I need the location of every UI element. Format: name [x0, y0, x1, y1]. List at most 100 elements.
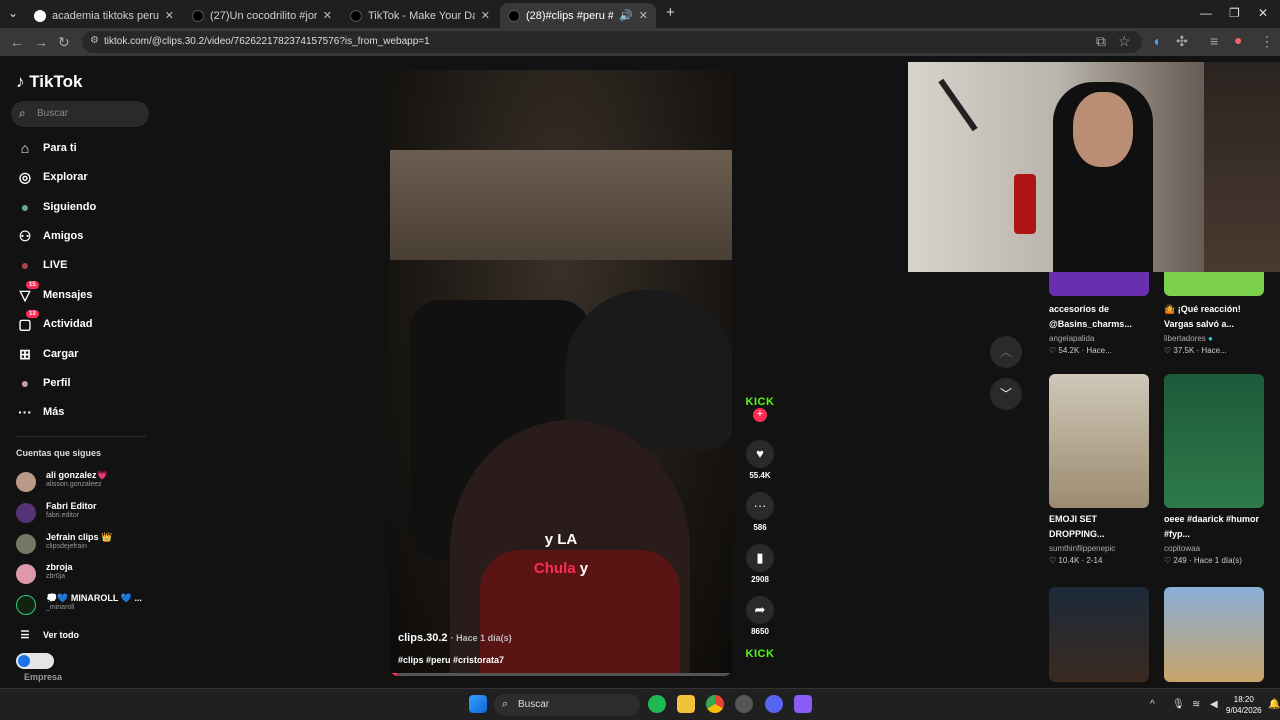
- see-all-label: Ver todo: [43, 630, 80, 640]
- video-player[interactable]: y LA Chula y clips.30.2 · Hace 1 día(s) …: [390, 70, 732, 676]
- streamer-face: [1073, 92, 1133, 167]
- sidebar-item-actividad[interactable]: ▢ 13 Actividad: [16, 309, 93, 334]
- site-info-icon[interactable]: ⚙: [90, 35, 99, 46]
- file-explorer-icon[interactable]: [677, 695, 695, 713]
- close-icon[interactable]: ✕: [323, 9, 332, 22]
- mic-arm: [938, 78, 978, 132]
- forward-icon[interactable]: →: [34, 34, 48, 50]
- new-tab-button[interactable]: +: [666, 4, 675, 21]
- tiktok-icon: [508, 9, 520, 22]
- company-link[interactable]: Empresa: [24, 672, 62, 682]
- taskbar-search[interactable]: ⌕ Buscar: [494, 694, 640, 716]
- speaker-icon[interactable]: 🔊: [619, 9, 633, 22]
- microphone-icon[interactable]: 🎙: [1172, 699, 1185, 710]
- kick-logo[interactable]: KICK: [742, 396, 778, 408]
- windows-taskbar: ⌕ Buscar ^ 🎙 ≋ ◀ 18:20 9/04/2026 🔔: [0, 688, 1280, 720]
- taskbar-clock[interactable]: 18:20 9/04/2026: [1226, 694, 1262, 716]
- close-icon[interactable]: ✕: [639, 9, 648, 22]
- previous-video-button[interactable]: ︿: [990, 336, 1022, 368]
- video-author[interactable]: clips.30.2: [398, 632, 448, 644]
- tab-search-icon[interactable]: ⌄: [8, 6, 18, 20]
- toggle-switch[interactable]: [16, 653, 54, 669]
- extension-icon[interactable]: ◖: [1152, 33, 1160, 49]
- video-hashtags[interactable]: #clips #peru #cristorata7: [398, 655, 504, 665]
- sidebar-item-para-ti[interactable]: ⌂ Para ti: [16, 138, 77, 158]
- activity-icon: ▢ 13: [16, 309, 39, 333]
- tab-1[interactable]: academia tiktoks peru - Buscar ✕: [26, 3, 182, 28]
- back-icon[interactable]: ←: [10, 34, 24, 50]
- sidebar-item-cargar[interactable]: ⊞ Cargar: [16, 344, 78, 364]
- related-video-card[interactable]: EMOJI SET DROPPING... sumthinflippenepic…: [1049, 374, 1149, 565]
- save-button[interactable]: ▮: [746, 544, 774, 572]
- bookmark-star-icon[interactable]: ☆: [1118, 33, 1131, 50]
- tiktok-logo[interactable]: ♪ TikTok: [16, 72, 82, 92]
- see-all-link[interactable]: ☰ Ver todo: [16, 625, 80, 645]
- profile-avatar-icon[interactable]: ●: [1234, 32, 1242, 48]
- related-thumbnail[interactable]: [1164, 587, 1264, 682]
- sidebar-item-perfil[interactable]: ● Perfil: [16, 373, 71, 393]
- related-stats: ♡ 37.5K · Hace...: [1164, 346, 1227, 355]
- tab-3[interactable]: TikTok - Make Your Day ✕: [342, 3, 498, 28]
- wifi-icon[interactable]: ≋: [1192, 699, 1200, 710]
- account-name: zbroja: [46, 562, 73, 572]
- related-video-card[interactable]: oeee #daarick #humor #fyp... copitowaa ♡…: [1164, 374, 1264, 565]
- reload-icon[interactable]: ↻: [58, 34, 70, 51]
- install-app-icon[interactable]: ⧉: [1096, 33, 1106, 50]
- search-input[interactable]: ⌕ Buscar: [11, 101, 149, 127]
- shelf: [1204, 62, 1280, 272]
- chrome-icon[interactable]: [706, 695, 724, 713]
- sidebar-item-mensajes[interactable]: ▽ 15 Mensajes: [16, 280, 93, 305]
- menu-label: Más: [43, 406, 65, 418]
- tab-2[interactable]: (27)Un cocodrilito #jorgebenavides ✕: [184, 3, 340, 28]
- sidebar-item-explorar[interactable]: ◎ Explorar: [16, 167, 88, 187]
- steam-icon[interactable]: [735, 695, 753, 713]
- video-progress-bar[interactable]: [390, 673, 732, 676]
- follow-plus-icon[interactable]: +: [753, 408, 767, 422]
- volume-icon[interactable]: ◀: [1210, 699, 1218, 710]
- extensions-puzzle-icon[interactable]: ✣: [1176, 33, 1188, 50]
- browser-menu-icon[interactable]: ⋮: [1260, 33, 1274, 50]
- clock-time: 18:20: [1233, 695, 1254, 704]
- minimize-button[interactable]: —: [1200, 6, 1212, 20]
- video-caption-line1: y LA: [544, 531, 578, 548]
- comment-count: 586: [753, 523, 767, 532]
- close-icon[interactable]: ✕: [481, 9, 490, 22]
- sidebar-item-live[interactable]: ● LIVE: [16, 255, 68, 275]
- activity-badge: 13: [26, 309, 39, 318]
- close-window-button[interactable]: ✕: [1258, 6, 1268, 20]
- spotify-icon[interactable]: [648, 695, 666, 713]
- share-button[interactable]: ➦: [746, 596, 774, 624]
- related-thumb-top[interactable]: [1049, 272, 1149, 296]
- comment-button[interactable]: ···: [746, 492, 774, 520]
- related-video-card[interactable]: accesorios de @Basins_charms... angelapa…: [1049, 298, 1149, 355]
- sidebar-item-mas[interactable]: ··· Más: [16, 402, 64, 422]
- media-control-icon[interactable]: ≡: [1210, 33, 1218, 49]
- discord-icon[interactable]: [765, 695, 783, 713]
- like-button[interactable]: ♥: [746, 440, 774, 468]
- messages-icon: ▽ 15: [16, 280, 39, 304]
- sidebar-item-siguiendo[interactable]: ● Siguiendo: [16, 197, 96, 217]
- account-name: Fabri Editor: [46, 501, 97, 511]
- url-field[interactable]: ⚙ tiktok.com/@clips.30.2/video/762622178…: [82, 31, 1142, 53]
- home-icon: ⌂: [20, 140, 30, 156]
- search-icon: ⌕: [19, 106, 26, 120]
- related-video-card[interactable]: 🤷 ¡Qué reacción! Vargas salvó a... liber…: [1164, 298, 1264, 355]
- app-grid-icon[interactable]: [794, 695, 812, 713]
- related-author-line: libertadores ●: [1164, 334, 1264, 343]
- tab-4-active[interactable]: (28)#clips #peru #cristorata7 🔊 ✕: [500, 3, 656, 28]
- sidebar-item-amigos[interactable]: ⚇ Amigos: [16, 226, 84, 246]
- video-posted-time: · Hace 1 día(s): [450, 633, 512, 643]
- tray-chevron-icon[interactable]: ^: [1150, 699, 1155, 710]
- close-icon[interactable]: ✕: [165, 9, 174, 22]
- toggle-knob: [18, 655, 30, 667]
- maximize-button[interactable]: ❐: [1229, 6, 1240, 20]
- related-thumb-top[interactable]: [1164, 272, 1264, 296]
- notification-icon[interactable]: 🔔: [1268, 699, 1280, 710]
- kick-logo-bottom[interactable]: KICK: [742, 648, 778, 660]
- related-views: 54.2K: [1058, 346, 1080, 355]
- windows-start-icon[interactable]: [469, 695, 487, 713]
- related-views: 10.4K: [1058, 556, 1080, 565]
- related-thumbnail[interactable]: [1049, 587, 1149, 682]
- related-author: angelapalida: [1049, 334, 1095, 343]
- next-video-button[interactable]: ﹀: [990, 378, 1022, 410]
